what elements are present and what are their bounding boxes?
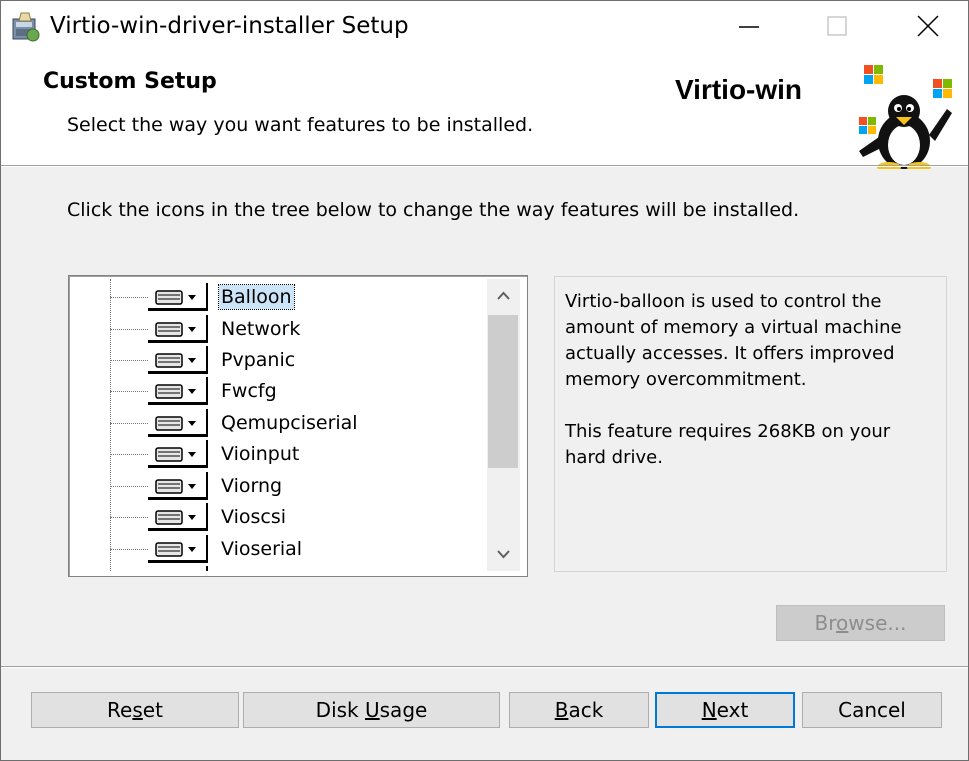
header-separator (1, 165, 968, 167)
install-state-dropdown-icon[interactable] (148, 535, 208, 563)
footer-separator (1, 666, 968, 668)
tree-item-vioserial[interactable]: Vioserial (72, 534, 485, 565)
cancel-button[interactable]: Cancel (802, 692, 942, 728)
tree-item-vioinput[interactable]: Vioinput (72, 439, 485, 470)
title-bar: Virtio-win-driver-installer Setup (1, 1, 968, 51)
brand-name: Virtio-win (675, 74, 803, 105)
close-button[interactable] (884, 1, 968, 51)
windows-flag-icon (864, 65, 883, 84)
tree-item-partial (72, 565, 485, 571)
install-state-dropdown-icon[interactable] (148, 283, 208, 311)
chevron-down-icon (497, 550, 510, 559)
installer-app-icon (12, 12, 40, 42)
tree-item-label[interactable]: Pvpanic (219, 348, 297, 372)
header-banner: Custom Setup Select the way you want fea… (1, 51, 968, 169)
tree-item-balloon[interactable]: Balloon (72, 282, 485, 313)
tree-item-label[interactable]: Fwcfg (219, 379, 279, 403)
tree-item-label[interactable]: Vioscsi (219, 505, 288, 529)
minimize-icon (739, 26, 759, 28)
install-state-dropdown-icon[interactable] (148, 409, 208, 437)
tree-item-fwcfg[interactable]: Fwcfg (72, 376, 485, 407)
disk-usage-button[interactable]: Disk Usage (243, 692, 500, 728)
install-state-dropdown-icon[interactable] (148, 377, 208, 405)
page-title: Custom Setup (43, 69, 217, 94)
windows-flag-icon (933, 79, 952, 98)
tree-item-vioscsi[interactable]: Vioscsi (72, 502, 485, 533)
browse-button[interactable]: Browse... (776, 605, 945, 641)
tree-item-label[interactable]: Balloon (218, 284, 295, 310)
instruction-text: Click the icons in the tree below to cha… (67, 199, 800, 221)
tree-item-label[interactable]: Network (219, 317, 302, 341)
feature-tree-viewport: Balloon Network Pvpanic Fwcfg Qemupciser… (72, 279, 485, 571)
tree-item-label[interactable]: Qemupciserial (219, 411, 360, 435)
install-state-dropdown-icon[interactable] (148, 346, 208, 374)
tree-item-pvpanic[interactable]: Pvpanic (72, 345, 485, 376)
feature-tree[interactable]: Balloon Network Pvpanic Fwcfg Qemupciser… (68, 275, 528, 577)
install-state-dropdown-icon[interactable] (148, 503, 208, 531)
maximize-icon (827, 16, 847, 36)
close-icon (917, 15, 939, 37)
next-button[interactable]: Next (655, 692, 795, 728)
minimize-button[interactable] (704, 1, 794, 51)
tree-item-viorng[interactable]: Viorng (72, 471, 485, 502)
tree-item-label[interactable]: Vioinput (219, 442, 301, 466)
page-subtitle: Select the way you want features to be i… (67, 114, 534, 136)
install-state-dropdown-icon[interactable] (148, 440, 208, 468)
feature-description: Virtio-balloon is used to control the am… (565, 291, 902, 468)
tree-item-network[interactable]: Network (72, 314, 485, 345)
maximize-button[interactable] (794, 1, 884, 51)
tree-item-qemupciserial[interactable]: Qemupciserial (72, 408, 485, 439)
window-title: Virtio-win-driver-installer Setup (50, 13, 409, 39)
reset-button[interactable]: Reset (31, 692, 239, 728)
install-state-dropdown-icon[interactable] (148, 472, 208, 500)
scrollbar-thumb[interactable] (488, 315, 518, 468)
install-state-dropdown-icon[interactable] (148, 315, 208, 343)
tux-windows-logo (859, 65, 952, 169)
chevron-up-icon (497, 291, 510, 300)
windows-flag-icon (859, 117, 876, 134)
setup-window: Virtio-win-driver-installer Setup Custom… (0, 0, 969, 761)
feature-description-panel: Virtio-balloon is used to control the am… (554, 276, 947, 572)
tree-scrollbar[interactable] (487, 279, 520, 571)
back-button[interactable]: Back (509, 692, 649, 728)
scroll-up-button[interactable] (487, 279, 520, 312)
tree-item-label[interactable]: Viorng (219, 474, 284, 498)
tree-item-label[interactable]: Vioserial (219, 537, 304, 561)
scroll-down-button[interactable] (487, 538, 520, 571)
